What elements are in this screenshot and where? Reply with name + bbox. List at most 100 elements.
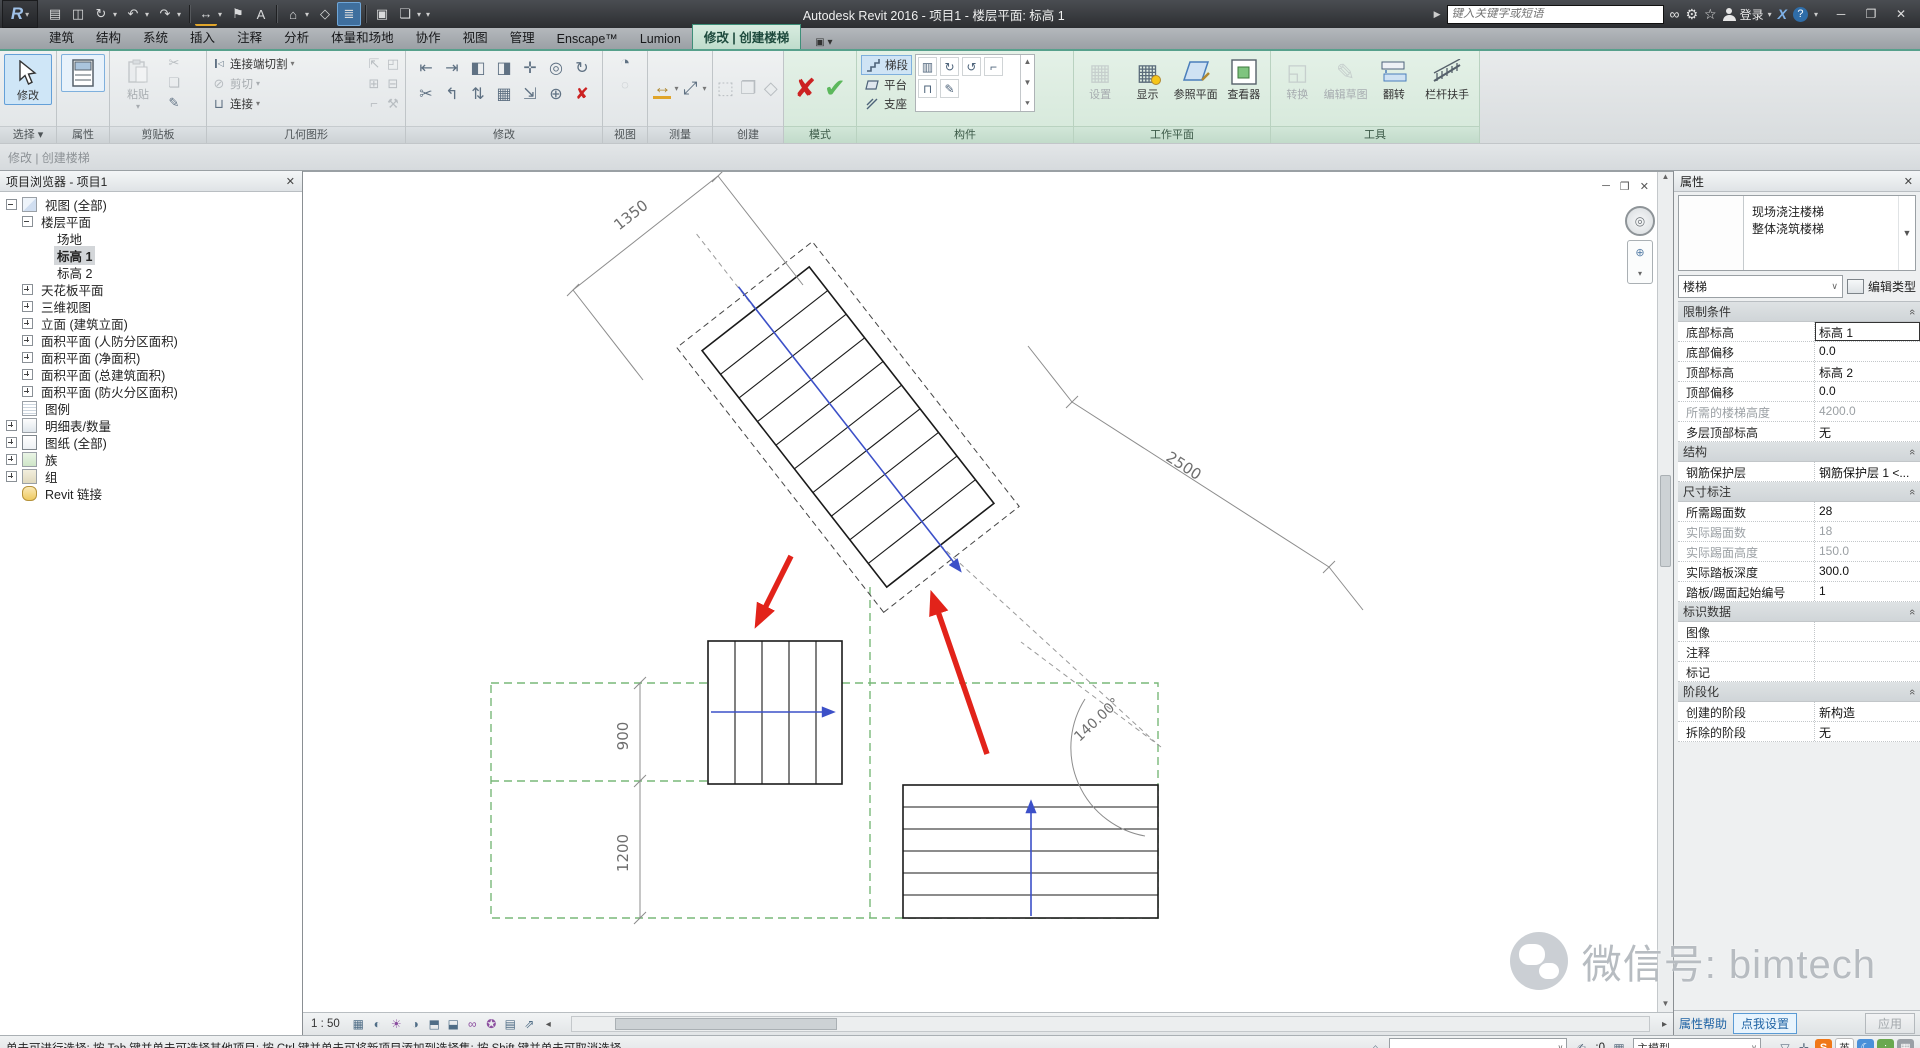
click-me-settings-button[interactable]: 点我设置: [1733, 1012, 1798, 1034]
tab-insert[interactable]: 插入: [179, 25, 226, 49]
create-group-icon[interactable]: ⬚: [717, 78, 734, 98]
switch-windows-dropdown[interactable]: ▾: [417, 10, 425, 19]
tab-annotate[interactable]: 注释: [226, 25, 273, 49]
support-button[interactable]: 支座: [861, 95, 912, 113]
scale-button[interactable]: 1 : 50: [309, 1018, 348, 1030]
l-shape-winder-icon[interactable]: ⌐: [984, 57, 1003, 76]
expand-icon[interactable]: [22, 369, 33, 380]
drawing-area[interactable]: 1350 2500 900 1200 140.00° ─ ❐ ✕ ◎ ⊕ ▾ ▲…: [303, 171, 1673, 1035]
design-options-icon[interactable]: ▦: [1611, 1040, 1627, 1048]
restore-button[interactable]: ❐: [1856, 3, 1886, 25]
property-row[interactable]: 踏板/踢面起始编号 1: [1678, 582, 1920, 602]
revit-app-menu-button[interactable]: R ▾: [2, 0, 38, 28]
favorites-star-icon[interactable]: ☆: [1704, 6, 1717, 23]
panel-caption-select[interactable]: 选择 ▾: [0, 126, 56, 143]
tab-analyze[interactable]: 分析: [273, 25, 320, 49]
search-input[interactable]: [1447, 8, 1663, 20]
temporary-view-properties-icon[interactable]: ▤: [502, 1016, 519, 1033]
tab-lumion[interactable]: Lumion: [629, 30, 692, 49]
show-workplane-button[interactable]: ▦ 显示: [1125, 54, 1169, 103]
landing-button[interactable]: 平台: [861, 76, 912, 94]
tab-modify-create-stair[interactable]: 修改 | 创建楼梯: [691, 24, 802, 49]
flip-button[interactable]: 翻转: [1372, 54, 1417, 103]
visual-style-icon[interactable]: ◐: [369, 1016, 386, 1033]
collapse-icon[interactable]: [22, 216, 33, 227]
paste-button[interactable]: 粘贴 ▾: [114, 54, 162, 113]
panel-caption-geometry[interactable]: 几何图形: [207, 126, 405, 143]
ime-sogou-icon[interactable]: S: [1815, 1039, 1832, 1048]
mirror-draw-icon[interactable]: ◨: [492, 56, 516, 80]
match-type-icon[interactable]: ✎: [165, 94, 183, 112]
view-minimize-icon[interactable]: ─: [1600, 180, 1612, 193]
view-dropdown[interactable]: ▾: [305, 10, 313, 19]
unpin-icon[interactable]: ⊕: [544, 82, 568, 106]
view-close-icon[interactable]: ✕: [1638, 180, 1651, 193]
scroll-up-icon[interactable]: ▲: [1658, 172, 1673, 186]
gallery-down-icon[interactable]: ▼: [1024, 78, 1032, 87]
property-row[interactable]: 图像: [1678, 622, 1920, 642]
array-icon[interactable]: ▦: [492, 82, 516, 106]
text-button[interactable]: A: [250, 3, 272, 25]
temporary-hide-isolate-icon[interactable]: ∞: [464, 1016, 481, 1033]
tree-item-elevations[interactable]: 立面 (建筑立面): [2, 315, 302, 332]
rotate-icon[interactable]: ↻: [570, 56, 594, 80]
sync-button[interactable]: ↻: [90, 3, 112, 25]
ime-moon-icon[interactable]: ☾: [1857, 1039, 1874, 1048]
infocenter-collapse-icon[interactable]: ▶: [1434, 9, 1441, 20]
tab-enscape[interactable]: Enscape™: [546, 30, 629, 49]
type-selector[interactable]: 现场浇注楼梯 整体浇筑楼梯 ▼: [1678, 195, 1916, 271]
tree-item-groups[interactable]: 组: [2, 468, 302, 485]
vertical-scrollbar[interactable]: ▲ ▼: [1657, 172, 1673, 1013]
detail-level-icon[interactable]: ▦: [350, 1016, 367, 1033]
close-hidden-windows-button[interactable]: ▣: [371, 3, 393, 25]
stair-run-bottom[interactable]: [902, 784, 1159, 919]
customize-qat-dropdown[interactable]: ▾: [426, 10, 434, 19]
modify-tool-button[interactable]: 修改: [4, 54, 52, 105]
shadows-icon[interactable]: ◑: [407, 1016, 424, 1033]
zoom-icon[interactable]: ⊕: [1635, 246, 1644, 259]
copy-move-icon[interactable]: ◎: [544, 56, 568, 80]
measure-icon[interactable]: ↔: [653, 77, 672, 99]
move-icon[interactable]: ✛: [518, 56, 542, 80]
select-count-icon[interactable]: ✛: [1796, 1040, 1812, 1048]
minimize-button[interactable]: ─: [1826, 3, 1856, 25]
tree-item-area-plan-civil[interactable]: 面积平面 (人防分区面积): [2, 332, 302, 349]
wall-joins-icon[interactable]: ⊞: [366, 76, 382, 92]
undo-button[interactable]: ↶: [122, 3, 144, 25]
redo-button[interactable]: ↷: [154, 3, 176, 25]
property-row[interactable]: 所需踢面数 28: [1678, 502, 1920, 522]
type-selector-dropdown-icon[interactable]: ▼: [1898, 196, 1915, 270]
horizontal-scrollbar[interactable]: [570, 1016, 1650, 1032]
panel-caption-view[interactable]: 视图: [603, 126, 647, 143]
gallery-expand-icon[interactable]: ⯆: [1024, 99, 1030, 109]
crop-view-icon[interactable]: ⬒: [426, 1016, 443, 1033]
property-row[interactable]: 底部标高 标高 1: [1678, 322, 1920, 342]
tag-by-category-button[interactable]: ⚑: [227, 3, 249, 25]
expand-icon[interactable]: [6, 420, 17, 431]
tree-item-3d-views[interactable]: 三维视图: [2, 298, 302, 315]
panel-caption-modify[interactable]: 修改: [406, 126, 602, 143]
section-constraints[interactable]: 限制条件 «: [1678, 302, 1920, 322]
property-row[interactable]: 底部偏移 0.0: [1678, 342, 1920, 362]
create-similar-icon[interactable]: ❐: [740, 78, 756, 98]
set-workplane-button[interactable]: ▦ 设置: [1078, 54, 1122, 103]
align-icon[interactable]: ⇤: [414, 56, 438, 80]
trim-icon[interactable]: ↰: [440, 82, 464, 106]
properties-close-icon[interactable]: ✕: [1901, 175, 1916, 188]
hide-elements-icon[interactable]: ◌: [616, 75, 634, 93]
scale-icon[interactable]: ⇲: [518, 82, 542, 106]
element-filter-select[interactable]: 楼梯 ∨: [1678, 275, 1843, 298]
railing-button[interactable]: 栏杆扶手: [1419, 54, 1475, 103]
expand-icon[interactable]: [22, 301, 33, 312]
convert-button[interactable]: ◱ 转换: [1275, 54, 1320, 103]
tab-systems[interactable]: 系统: [132, 25, 179, 49]
expand-icon[interactable]: [22, 352, 33, 363]
search-icon[interactable]: ∞: [1670, 6, 1680, 22]
straight-run-icon[interactable]: ▥: [918, 57, 937, 76]
collapse-icon[interactable]: [6, 199, 17, 210]
cut-icon[interactable]: ✂: [165, 54, 183, 72]
stair-run-rotated[interactable]: [671, 234, 1028, 624]
tree-item-families[interactable]: 族: [2, 451, 302, 468]
cut-geometry-button[interactable]: ⊘ 剪切 ▾ ⊞ ⊟: [211, 74, 401, 93]
sync-dropdown[interactable]: ▾: [113, 10, 121, 19]
